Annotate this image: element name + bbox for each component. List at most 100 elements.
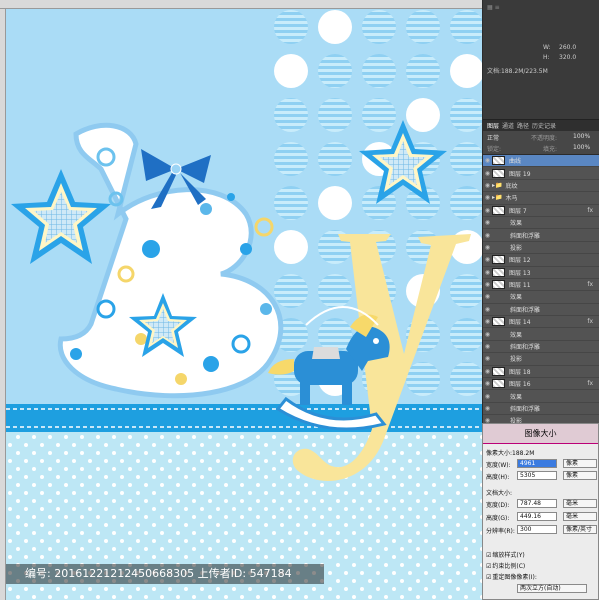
doc-height-input[interactable]: 449.16 <box>517 512 557 521</box>
px-height-label: 高度(H): <box>486 474 510 481</box>
scale-styles-checkbox[interactable]: 缩放样式(Y) <box>486 550 524 559</box>
eye-icon[interactable]: ◉ <box>483 343 492 350</box>
eye-icon[interactable]: ◉ <box>483 194 492 201</box>
layer-row[interactable]: ◉ ▸📁 底纹 <box>483 180 599 193</box>
blend-mode-select[interactable]: 正常 <box>487 133 499 142</box>
eye-icon[interactable]: ◉ <box>483 157 492 164</box>
resample-method-select[interactable]: 两次立方(自动) <box>517 584 587 593</box>
info-doc-size: 文档:188.2M/223.5M <box>487 68 548 75</box>
pattern-circle <box>318 274 352 308</box>
folder-icon[interactable]: ▸📁 <box>492 182 502 189</box>
resolution-input[interactable]: 300 <box>517 525 557 534</box>
document-canvas[interactable]: B <box>0 0 482 600</box>
layer-name: 效果 <box>510 331 523 339</box>
layer-row[interactable]: ◉ 斜面和浮雕 <box>483 229 599 242</box>
layer-name: 图层 19 <box>509 170 531 178</box>
eye-icon[interactable]: ◉ <box>483 293 492 300</box>
tab-history[interactable]: 历史记录 <box>532 121 556 130</box>
layer-name: 斜面和浮雕 <box>510 344 541 352</box>
layer-row[interactable]: ◉ 图层 12 <box>483 254 599 267</box>
eye-icon[interactable]: ◉ <box>483 170 492 177</box>
layer-name: 图层 12 <box>509 257 531 265</box>
layer-row[interactable]: ◉ 斜面和浮雕 <box>483 341 599 354</box>
pattern-circle <box>274 186 308 220</box>
layer-row[interactable]: ◉ 效果 <box>483 390 599 403</box>
layer-row[interactable]: ◉ 效果 <box>483 217 599 230</box>
layer-row[interactable]: ◉ 投影 <box>483 242 599 255</box>
layer-name: 效果 <box>510 220 523 228</box>
constrain-checkbox[interactable]: 约束比例(C) <box>486 561 525 570</box>
eye-icon[interactable]: ◉ <box>483 355 492 362</box>
layer-thumbnail <box>492 168 505 178</box>
tab-channels[interactable]: 通道 <box>502 121 514 130</box>
layer-row[interactable]: ◉ 斜面和浮雕 <box>483 403 599 416</box>
info-h-label: H: <box>543 54 550 61</box>
px-width-unit[interactable]: 像素 <box>563 459 597 468</box>
layer-row[interactable]: ◉ 曲线 <box>483 155 599 168</box>
resolution-unit[interactable]: 像素/英寸 <box>563 525 597 534</box>
eye-icon[interactable]: ◉ <box>483 219 492 226</box>
pattern-circle <box>274 142 308 176</box>
pattern-circle <box>406 10 440 44</box>
fx-icon: fx <box>587 380 593 388</box>
eye-icon[interactable]: ◉ <box>483 393 492 400</box>
layer-row[interactable]: ◉ 图层 11 fx <box>483 279 599 292</box>
eye-icon[interactable]: ◉ <box>483 182 492 189</box>
layer-row[interactable]: ◉ 图层 13 <box>483 267 599 279</box>
pattern-circle <box>274 230 308 264</box>
pattern-circle <box>406 54 440 88</box>
horizontal-ruler[interactable] <box>0 0 482 9</box>
layer-name: 图层 7 <box>509 207 527 215</box>
layer-name: 木马 <box>505 195 518 203</box>
layer-row[interactable]: ◉ 图层 18 <box>483 366 599 379</box>
eye-icon[interactable]: ◉ <box>483 318 492 325</box>
px-width-input[interactable]: 4961 <box>517 459 557 468</box>
fill-label: 填充: <box>543 146 558 153</box>
layer-row[interactable]: ◉ 投影 <box>483 353 599 366</box>
tab-paths[interactable]: 路径 <box>517 121 529 130</box>
dialog-title: 图像大小 <box>483 424 598 444</box>
layer-list: ◉ 曲线 ◉ 图层 19 ◉ ▸📁 底纹 ◉ ▸📁 木马 ◉ 图层 7 fx ◉ 效果 ◉ 斜面和浮雕 ◉ 投影 ◉ 图… <box>483 155 599 440</box>
eye-icon[interactable]: ◉ <box>483 306 492 313</box>
artwork: B <box>6 9 482 600</box>
opacity-value[interactable]: 100% <box>573 133 590 140</box>
fill-value[interactable]: 100% <box>573 144 590 151</box>
pattern-circle <box>274 54 308 88</box>
fx-icon: fx <box>587 206 593 214</box>
doc-width-input[interactable]: 787.48 <box>517 499 557 508</box>
eye-icon[interactable]: ◉ <box>483 331 492 338</box>
pattern-circle <box>362 10 396 44</box>
layer-row[interactable]: ◉ 图层 14 fx <box>483 316 599 329</box>
layer-row[interactable]: ◉ 图层 19 <box>483 167 599 180</box>
eye-icon[interactable]: ◉ <box>483 281 492 288</box>
doc-height-unit[interactable]: 毫米 <box>563 512 597 521</box>
layer-name: 投影 <box>510 244 523 252</box>
eye-icon[interactable]: ◉ <box>483 269 492 276</box>
layer-row[interactable]: ◉ 图层 7 fx <box>483 205 599 217</box>
folder-icon[interactable]: ▸📁 <box>492 194 502 201</box>
layer-row[interactable]: ◉ 效果 <box>483 291 599 304</box>
info-h-value: 320.0 <box>559 54 577 61</box>
px-height-unit[interactable]: 像素 <box>563 471 597 480</box>
eye-icon[interactable]: ◉ <box>483 380 492 387</box>
layer-row[interactable]: ◉ ▸📁 木马 <box>483 192 599 205</box>
eye-icon[interactable]: ◉ <box>483 232 492 239</box>
pattern-circle <box>274 10 308 44</box>
layer-row[interactable]: ◉ 图层 16 fx <box>483 378 599 391</box>
eye-icon[interactable]: ◉ <box>483 405 492 412</box>
layer-row[interactable]: ◉ 斜面和浮雕 <box>483 304 599 317</box>
eye-icon[interactable]: ◉ <box>483 207 492 214</box>
layers-tabs: 图层 通道 路径 历史记录 <box>483 120 599 131</box>
resample-checkbox[interactable]: 重定图像像素(I): <box>486 572 536 581</box>
layer-thumbnail <box>492 379 505 389</box>
opacity-label: 不透明度: <box>531 135 558 142</box>
px-height-input[interactable]: 5305 <box>517 471 557 480</box>
pixel-size-label: 像素大小:188.2M <box>486 450 535 457</box>
layer-row[interactable]: ◉ 效果 <box>483 328 599 341</box>
eye-icon[interactable]: ◉ <box>483 244 492 251</box>
doc-width-unit[interactable]: 毫米 <box>563 499 597 508</box>
panel-icons: ▦ ≡ <box>487 4 500 11</box>
eye-icon[interactable]: ◉ <box>483 256 492 263</box>
tab-layers[interactable]: 图层 <box>487 121 499 130</box>
eye-icon[interactable]: ◉ <box>483 368 492 375</box>
